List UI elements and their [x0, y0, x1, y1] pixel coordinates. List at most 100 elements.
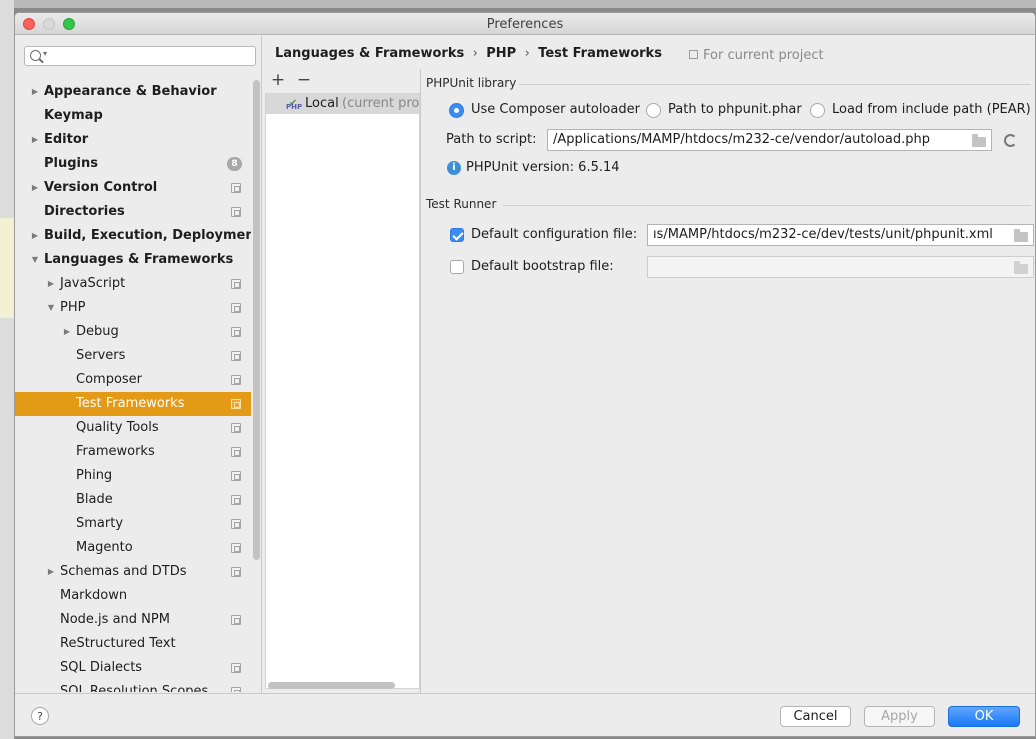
list-item[interactable]: ✔ PHP Local (current project) — [266, 94, 419, 114]
project-scope-icon — [231, 471, 241, 481]
sidebar-item-appearance-behavior[interactable]: ▶ Appearance & Behavior — [15, 80, 251, 104]
sidebar-item-servers[interactable]: Servers — [15, 344, 251, 368]
sidebar-item-php[interactable]: ▼ PHP — [15, 296, 251, 320]
sidebar-scrollbar[interactable] — [253, 80, 260, 560]
sidebar-item-label: Composer — [76, 372, 143, 387]
sidebar-item-build-execution-deployment[interactable]: ▶ Build, Execution, Deployment — [15, 224, 251, 248]
sidebar-item-label: Markdown — [60, 588, 128, 603]
interpreter-list: ✔ PHP Local (current project) — [265, 93, 420, 689]
project-scope-icon — [231, 519, 241, 529]
default-config-checkbox[interactable] — [450, 228, 464, 242]
composer-autoloader-label[interactable]: Use Composer autoloader — [471, 102, 640, 117]
project-scope-icon — [231, 663, 241, 673]
sidebar-item-plugins[interactable]: Plugins 8 — [15, 152, 251, 176]
folder-icon[interactable] — [1014, 229, 1028, 242]
refresh-icon[interactable] — [1004, 134, 1017, 147]
settings-tree: ▶ Appearance & Behavior Keymap ▶ Editor Plugi… — [15, 80, 251, 692]
window-title: Preferences — [486, 17, 564, 32]
divider — [261, 36, 262, 693]
sidebar-item-quality-tools[interactable]: Quality Tools — [15, 416, 251, 440]
sidebar-item-label: Frameworks — [76, 444, 155, 459]
sidebar-item-test-frameworks[interactable]: Test Frameworks — [15, 392, 251, 416]
remove-button[interactable]: − — [294, 69, 314, 91]
expanded-arrow-icon[interactable]: ▼ — [29, 248, 41, 272]
sidebar-item-label: Node.js and NPM — [60, 612, 170, 627]
sidebar-item-composer[interactable]: Composer — [15, 368, 251, 392]
sidebar-item-smarty[interactable]: Smarty — [15, 512, 251, 536]
info-icon: i — [447, 161, 461, 175]
include-path-label[interactable]: Load from include path (PEAR) — [832, 102, 1031, 117]
collapsed-arrow-icon[interactable]: ▶ — [29, 80, 41, 104]
project-scope-icon — [231, 207, 241, 217]
collapsed-arrow-icon[interactable]: ▶ — [61, 320, 73, 344]
project-scope-icon — [231, 183, 241, 193]
default-bootstrap-label[interactable]: Default bootstrap file: — [471, 259, 614, 274]
folder-icon[interactable] — [1014, 261, 1028, 274]
sidebar-item-keymap[interactable]: Keymap — [15, 104, 251, 128]
default-bootstrap-checkbox[interactable] — [450, 260, 464, 274]
divider — [420, 69, 421, 693]
help-button[interactable]: ? — [31, 707, 49, 725]
default-bootstrap-field[interactable] — [647, 256, 1034, 278]
collapsed-arrow-icon[interactable]: ▶ — [29, 128, 41, 152]
sidebar-item-label: Keymap — [44, 108, 103, 123]
default-config-label[interactable]: Default configuration file: — [471, 227, 637, 242]
sidebar-item-javascript[interactable]: ▶ JavaScript — [15, 272, 251, 296]
scope-note: For current project — [689, 48, 824, 63]
sidebar-item-phing[interactable]: Phing — [15, 464, 251, 488]
settings-search[interactable]: ▾ — [24, 46, 256, 66]
breadcrumb: Languages & Frameworks › PHP › Test Framewor… — [275, 46, 662, 61]
background-window-edge — [0, 0, 14, 739]
section-divider — [503, 205, 1031, 206]
sidebar-item-label: Languages & Frameworks — [44, 252, 234, 267]
breadcrumb-item: PHP — [486, 46, 517, 61]
chevron-down-icon[interactable]: ▾ — [43, 49, 47, 58]
collapsed-arrow-icon[interactable]: ▶ — [45, 560, 57, 584]
sidebar-item-blade[interactable]: Blade — [15, 488, 251, 512]
sidebar-item-restructured-text[interactable]: ReStructured Text — [15, 632, 251, 656]
folder-icon[interactable] — [972, 134, 986, 147]
add-button[interactable]: + — [268, 69, 288, 91]
collapsed-arrow-icon[interactable]: ▶ — [29, 224, 41, 248]
include-path-radio[interactable] — [810, 103, 825, 118]
php-icon: ✔ PHP — [286, 98, 303, 111]
path-to-script-label: Path to script: — [446, 132, 537, 147]
count-badge: 8 — [227, 157, 242, 171]
cancel-button[interactable]: Cancel — [780, 706, 851, 727]
sidebar-item-sql-resolution-scopes[interactable]: SQL Resolution Scopes — [15, 680, 251, 692]
apply-button[interactable]: Apply — [864, 706, 935, 727]
expanded-arrow-icon[interactable]: ▼ — [45, 296, 57, 320]
sidebar-item-debug[interactable]: ▶ Debug — [15, 320, 251, 344]
path-to-script-field[interactable]: /Applications/MAMP/htdocs/m232-ce/vendor… — [547, 129, 992, 151]
phpunit-phar-label[interactable]: Path to phpunit.phar — [668, 102, 802, 117]
project-scope-icon — [231, 279, 241, 289]
sidebar-item-frameworks[interactable]: Frameworks — [15, 440, 251, 464]
phpunit-phar-radio[interactable] — [646, 103, 661, 118]
search-input[interactable] — [51, 48, 251, 64]
sidebar-item-node-js-and-npm[interactable]: Node.js and NPM — [15, 608, 251, 632]
sidebar-item-label: Quality Tools — [76, 420, 159, 435]
sidebar-item-label: ReStructured Text — [60, 636, 176, 651]
default-config-field[interactable]: ıs/MAMP/htdocs/m232-ce/dev/tests/unit/ph… — [647, 224, 1034, 246]
sidebar-item-schemas-and-dtds[interactable]: ▶ Schemas and DTDs — [15, 560, 251, 584]
sidebar-item-label: Servers — [76, 348, 126, 363]
sidebar-item-sql-dialects[interactable]: SQL Dialects — [15, 656, 251, 680]
sidebar-item-label: Magento — [76, 540, 133, 555]
collapsed-arrow-icon[interactable]: ▶ — [29, 176, 41, 200]
sidebar-item-version-control[interactable]: ▶ Version Control — [15, 176, 251, 200]
sidebar-item-label: SQL Dialects — [60, 660, 143, 675]
sidebar-item-magento[interactable]: Magento — [15, 536, 251, 560]
sidebar-item-markdown[interactable]: Markdown — [15, 584, 251, 608]
sidebar-item-directories[interactable]: Directories — [15, 200, 251, 224]
composer-autoloader-radio[interactable] — [449, 103, 464, 118]
collapsed-arrow-icon[interactable]: ▶ — [45, 272, 57, 296]
ok-button[interactable]: OK — [948, 706, 1020, 727]
project-scope-icon — [231, 543, 241, 553]
list-scrollbar[interactable] — [268, 682, 395, 689]
project-scope-icon — [689, 50, 698, 59]
sidebar-item-editor[interactable]: ▶ Editor — [15, 128, 251, 152]
sidebar-item-languages-frameworks[interactable]: ▼ Languages & Frameworks — [15, 248, 251, 272]
interpreter-note: (current project) — [342, 96, 419, 111]
project-scope-icon — [231, 351, 241, 361]
background-editor-area — [0, 218, 14, 318]
